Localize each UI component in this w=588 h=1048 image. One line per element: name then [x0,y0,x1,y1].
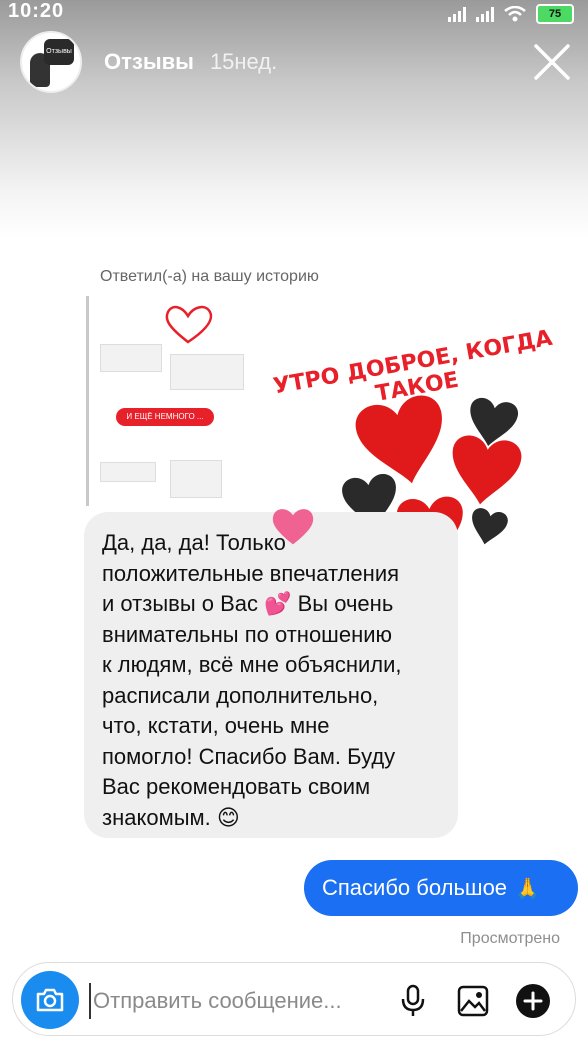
plus-circle-icon [516,984,550,1018]
close-icon[interactable] [532,42,572,82]
signal-icon [448,6,466,22]
message-input[interactable] [89,983,385,1019]
message-composer [12,962,576,1036]
story-time: 15нед. [209,49,278,74]
pray-emoji-icon: 🙏 [515,877,540,900]
thumb-message-3 [100,462,156,482]
thumb-message-4 [170,460,222,498]
heart-reaction-icon[interactable] [270,506,316,546]
story-thumbnail[interactable]: И ЕЩЁ НЕМНОГО ... [94,296,254,506]
received-message-text: Да, да, да! Только положительные впечатл… [102,530,402,830]
status-icons: 75 [448,4,574,24]
camera-button[interactable] [21,971,79,1029]
battery-icon: 75 [536,4,574,24]
image-icon [457,985,489,1017]
seen-status: Просмотрено [460,930,560,947]
wifi-icon [504,6,526,22]
reply-caption: Ответил(-а) на вашу историю [100,268,319,285]
avatar-badge: Отзывы [44,39,74,65]
thumb-message-2 [170,354,244,390]
thumb-button: И ЕЩЁ НЕМНОГО ... [116,408,214,426]
signal-icon-2 [476,6,494,22]
sent-message-text: Спасибо большое [322,875,508,900]
heart-outline-icon [165,305,213,344]
avatar[interactable]: Отзывы [20,31,82,93]
story-username[interactable]: Отзывы [104,49,194,75]
add-button[interactable] [513,981,553,1021]
gallery-button[interactable] [453,981,493,1021]
status-bar: 10:20 75 [0,0,588,28]
reply-indicator-line [86,296,89,506]
camera-icon [36,988,64,1012]
story-header[interactable]: Отзывы Отзывы 15нед. [20,31,278,93]
thumb-message-1 [100,344,162,372]
status-time: 10:20 [8,0,65,22]
sent-message-bubble[interactable]: Спасибо большое 🙏 [304,860,578,916]
microphone-button[interactable] [393,981,433,1021]
microphone-icon [401,984,425,1016]
